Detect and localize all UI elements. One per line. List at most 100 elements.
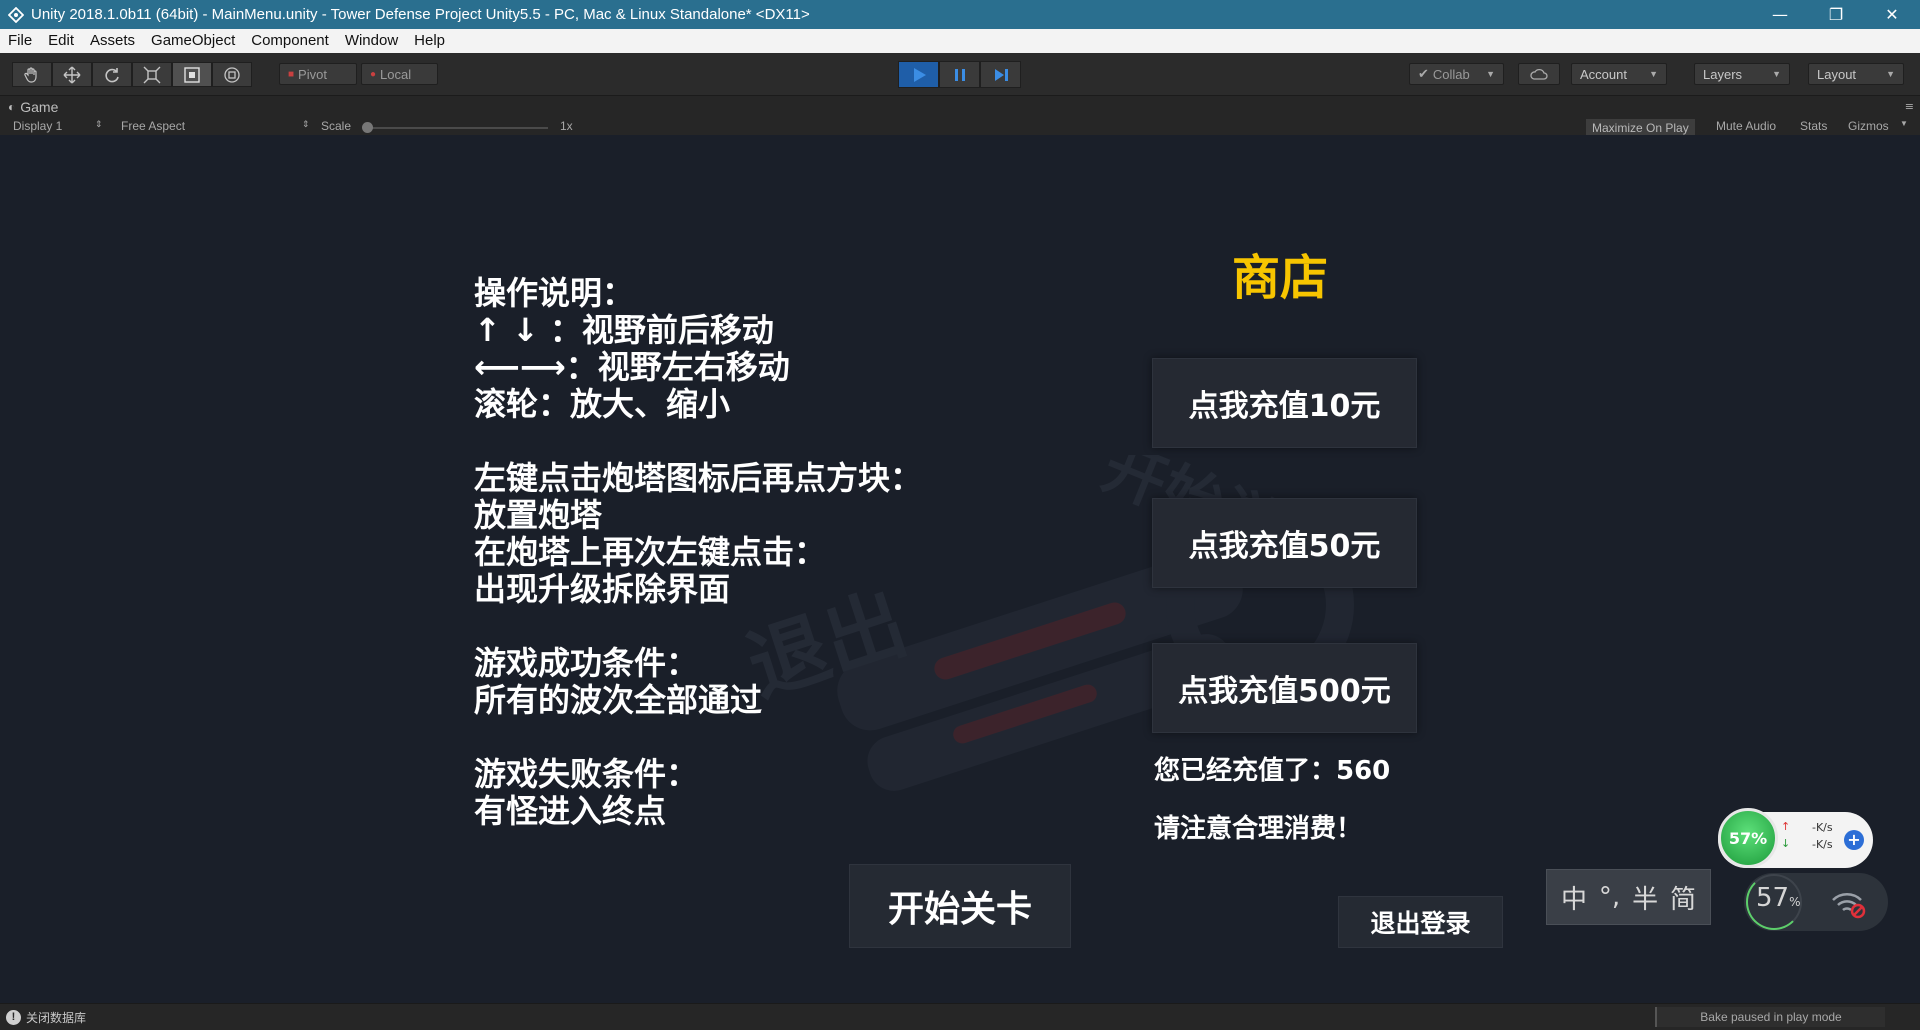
- cloud-button[interactable]: [1518, 63, 1560, 85]
- layout-dropdown[interactable]: Layout ▼: [1808, 63, 1904, 85]
- unity-logo-icon: [5, 4, 27, 26]
- console-message: 关闭数据库: [26, 1011, 87, 1025]
- instruction-line: 在炮塔上再次左键点击：: [474, 533, 827, 571]
- ime-script-toggle[interactable]: 简: [1670, 879, 1696, 916]
- account-dropdown[interactable]: Account ▼: [1571, 63, 1667, 85]
- menu-file[interactable]: File: [0, 29, 40, 53]
- ime-width-toggle[interactable]: 半: [1632, 879, 1658, 916]
- move-icon: [63, 66, 81, 83]
- menu-bar: File Edit Assets GameObject Component Wi…: [0, 29, 1920, 53]
- local-toggle-button[interactable]: ● Local: [361, 63, 438, 85]
- wifi-disabled-icon: [1832, 893, 1866, 919]
- chevron-down-icon: ▼: [1772, 69, 1781, 79]
- tab-game[interactable]: ◐ Game: [8, 98, 58, 116]
- recharged-amount-text: 您已经充值了：560: [1154, 756, 1391, 786]
- console-status[interactable]: ! 关闭数据库: [6, 1009, 86, 1026]
- mute-audio-toggle[interactable]: Mute Audio: [1716, 119, 1776, 133]
- recharge-10-button[interactable]: 点我充值10元: [1152, 358, 1417, 448]
- aspect-select-arrow-icon: ⇕: [302, 119, 310, 129]
- toolbar: ■ Pivot ● Local ✔ Collab ▼ Account ▼ Lay…: [0, 53, 1920, 95]
- upload-speed: -K/s: [1812, 821, 1833, 834]
- minimize-button[interactable]: —: [1752, 0, 1808, 29]
- account-label: Account: [1580, 66, 1627, 82]
- pause-icon: [954, 68, 965, 81]
- ime-punctuation-toggle[interactable]: °,: [1599, 882, 1620, 912]
- lose-condition-heading: 游戏失败条件：: [474, 755, 699, 793]
- step-button[interactable]: [980, 61, 1021, 88]
- start-level-button[interactable]: 开始关卡: [849, 864, 1071, 948]
- ime-language-toggle[interactable]: 中: [1561, 879, 1587, 916]
- instruction-spacer: [474, 423, 922, 460]
- instruction-line: 左键点击炮塔图标后再点方块：: [474, 459, 923, 497]
- menu-window[interactable]: Window: [337, 29, 406, 53]
- transform-tool-button[interactable]: [212, 62, 252, 87]
- aspect-select[interactable]: Free Aspect: [121, 119, 185, 133]
- ime-toolbar[interactable]: 中 °, 半 简: [1546, 869, 1711, 925]
- scale-value: 1x: [560, 119, 573, 133]
- gizmos-dropdown[interactable]: Gizmos: [1848, 119, 1889, 133]
- playback-controls: [898, 61, 1021, 88]
- pause-button[interactable]: [939, 61, 980, 88]
- gizmos-chevron-down-icon: ▼: [1900, 119, 1908, 128]
- recharge-500-button[interactable]: 点我充值500元: [1152, 643, 1417, 733]
- game-viewport: 退出 开始游戏 操作说明： ↑ ↓ ：视野前后移动 ⟵⟶：视野左右移动 滚轮：放…: [0, 135, 1920, 1003]
- display-select-arrow-icon: ⇕: [95, 119, 103, 129]
- local-icon: ●: [370, 68, 377, 80]
- local-label: Local: [380, 66, 412, 82]
- unity-editor-window: Unity 2018.1.0b11 (64bit) - MainMenu.uni…: [0, 0, 1920, 1030]
- rotate-icon: [105, 67, 119, 82]
- instruction-line: 出现升级拆除界面: [474, 570, 731, 608]
- title-bar: Unity 2018.1.0b11 (64bit) - MainMenu.uni…: [0, 0, 1920, 29]
- instruction-line: ⟵⟶：视野左右移动: [474, 348, 790, 386]
- menu-help[interactable]: Help: [406, 29, 453, 53]
- instruction-spacer: [474, 608, 922, 645]
- stats-toggle[interactable]: Stats: [1800, 119, 1827, 133]
- win-condition-text: 所有的波次全部通过: [474, 681, 763, 719]
- play-button[interactable]: [898, 61, 939, 88]
- recharge-50-button[interactable]: 点我充值50元: [1152, 498, 1417, 588]
- menu-component[interactable]: Component: [243, 29, 337, 53]
- bake-status: Bake paused in play mode: [1655, 1007, 1885, 1027]
- move-tool-button[interactable]: [52, 62, 92, 87]
- rotate-tool-button[interactable]: [92, 62, 132, 87]
- cpu-value: 57: [1756, 883, 1790, 913]
- scale-icon: [143, 66, 161, 83]
- cpu-usage-value: 57%: [1756, 883, 1801, 913]
- scale-slider[interactable]: [368, 127, 548, 129]
- scale-tool-button[interactable]: [132, 62, 172, 87]
- layout-label: Layout: [1817, 66, 1857, 82]
- layers-dropdown[interactable]: Layers ▼: [1694, 63, 1790, 85]
- chevron-down-icon: ▼: [1486, 69, 1495, 79]
- chevron-down-icon: ▼: [1886, 69, 1895, 79]
- add-icon[interactable]: +: [1844, 830, 1864, 850]
- lose-condition-text: 有怪进入终点: [474, 792, 667, 830]
- download-speed: -K/s: [1812, 838, 1833, 851]
- game-tab-label: Game: [20, 99, 59, 115]
- instruction-line: 放置炮塔: [474, 496, 603, 534]
- restore-button[interactable]: ❐: [1808, 0, 1864, 29]
- game-view-header: ◐ Game ≡ Display 1 ⇕ Free Aspect ⇕ Scale…: [0, 95, 1920, 137]
- pivot-toggle-button[interactable]: ■ Pivot: [279, 63, 357, 85]
- close-button[interactable]: ✕: [1864, 0, 1920, 29]
- menu-edit[interactable]: Edit: [40, 29, 82, 53]
- collab-button[interactable]: ✔ Collab ▼: [1409, 63, 1504, 85]
- menu-assets[interactable]: Assets: [82, 29, 143, 53]
- rect-tool-button[interactable]: [172, 62, 212, 87]
- logout-button[interactable]: 退出登录: [1338, 896, 1503, 948]
- upload-arrow-icon: ↑: [1781, 820, 1791, 833]
- game-tab-icon: ◐: [8, 100, 16, 114]
- shop-title: 商店: [1232, 250, 1329, 306]
- game-view-options: Display 1 ⇕ Free Aspect ⇕ Scale 1x Maxim…: [0, 116, 1920, 137]
- panel-menu-icon[interactable]: ≡: [1905, 100, 1914, 113]
- menu-gameobject[interactable]: GameObject: [143, 29, 243, 53]
- instructions-panel: 操作说明： ↑ ↓ ：视野前后移动 ⟵⟶：视野左右移动 滚轮：放大、缩小 左键点…: [474, 275, 922, 830]
- step-icon: [994, 68, 1008, 81]
- hand-tool-button[interactable]: [12, 62, 52, 87]
- check-icon: ✔: [1418, 66, 1429, 81]
- display-select[interactable]: Display 1: [13, 119, 62, 133]
- scale-slider-handle[interactable]: [362, 122, 373, 133]
- rect-transform-icon: [184, 66, 200, 83]
- hand-icon: [24, 66, 37, 83]
- pivot-icon: ■: [288, 68, 295, 80]
- win-condition-heading: 游戏成功条件：: [474, 644, 699, 682]
